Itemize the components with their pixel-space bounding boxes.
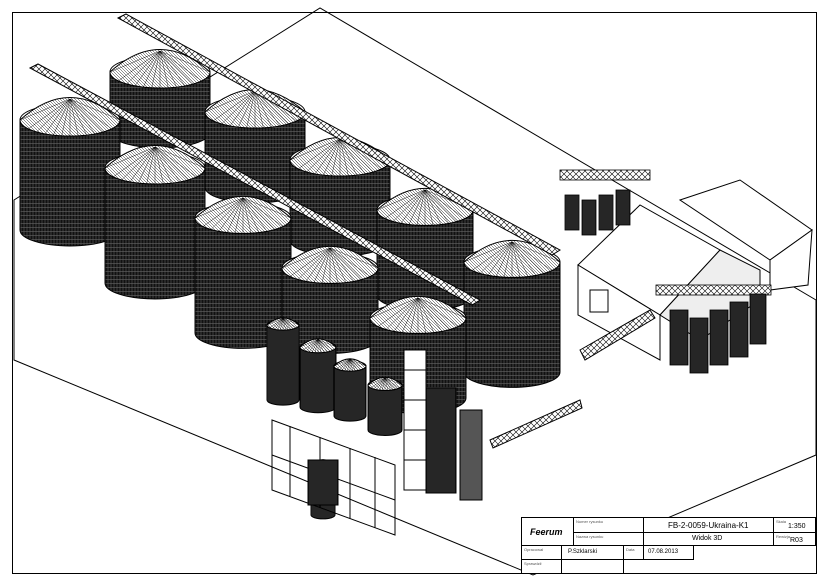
small-silo bbox=[333, 358, 367, 422]
view-cell: Widok 3D bbox=[644, 533, 774, 546]
checked-cell bbox=[562, 560, 624, 573]
drawing-sheet: Feerum Numer rysunku FB-2-0059-Ukraina-K… bbox=[0, 0, 829, 586]
author-cell: P.Szklarski bbox=[562, 546, 624, 560]
small-silo bbox=[367, 376, 403, 436]
date-label: Data bbox=[626, 547, 635, 552]
author-name: P.Szklarski bbox=[568, 549, 597, 555]
date-cell: 07.08.2013 bbox=[644, 546, 694, 560]
silo bbox=[463, 240, 561, 388]
drawing-number-cell: FB-2-0059-Ukraina-K1 bbox=[644, 518, 774, 533]
scale-value: 1:350 bbox=[788, 523, 806, 530]
view-label-cell: Nazwa rysunku bbox=[574, 533, 644, 546]
scale-cell: Skala 1:350 bbox=[774, 518, 816, 533]
drawn-label-cell: Opracował bbox=[522, 546, 562, 560]
checked-label: Sprawdził bbox=[524, 561, 542, 566]
scale-label: Skala bbox=[776, 519, 787, 524]
logo-cell: Feerum bbox=[522, 518, 574, 546]
title-block: Feerum Numer rysunku FB-2-0059-Ukraina-K… bbox=[521, 517, 817, 574]
revision-value: R03 bbox=[790, 537, 803, 544]
label-cell: Numer rysunku bbox=[574, 518, 644, 533]
drawing-number: FB-2-0059-Ukraina-K1 bbox=[668, 521, 749, 530]
isometric-silo-drawing bbox=[13, 7, 817, 576]
small-silo bbox=[299, 338, 337, 414]
small-silo bbox=[266, 317, 300, 406]
view-label: Nazwa rysunku bbox=[576, 534, 604, 539]
steel-structure bbox=[271, 419, 396, 536]
drawing-number-label: Numer rysunku bbox=[576, 519, 604, 524]
view-name: Widok 3D bbox=[692, 535, 723, 542]
company-logo: Feerum bbox=[530, 527, 563, 537]
date-value: 07.08.2013 bbox=[648, 549, 679, 555]
revision-label: Rewizja bbox=[776, 534, 791, 539]
silo bbox=[104, 145, 206, 300]
drawn-label: Opracował bbox=[524, 547, 544, 552]
date-label-cell: Data bbox=[624, 546, 644, 560]
revision-cell: Rewizja R03 bbox=[774, 533, 816, 546]
checked-label-cell: Sprawdził bbox=[522, 560, 562, 573]
